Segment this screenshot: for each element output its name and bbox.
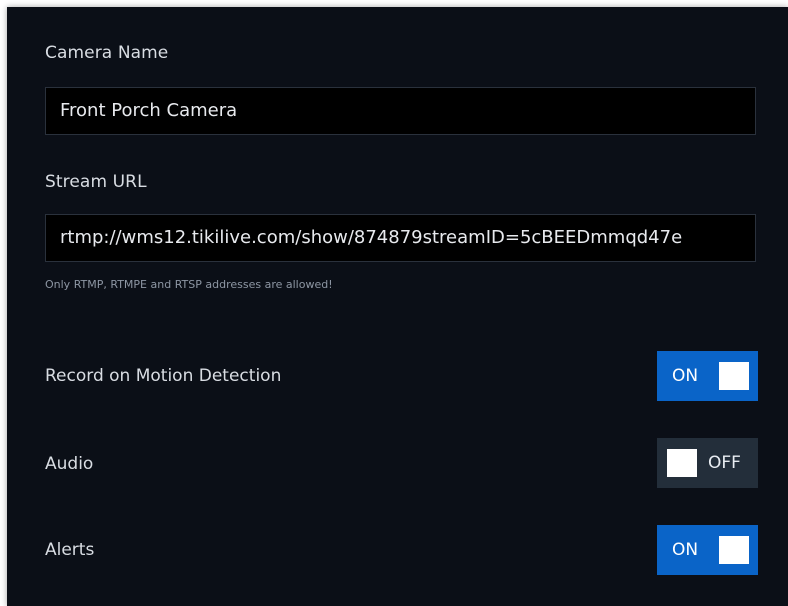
toggle-knob [667, 449, 697, 477]
audio-toggle[interactable]: OFF [657, 438, 758, 488]
alerts-toggle[interactable]: ON [657, 525, 758, 575]
alerts-toggle-state: ON [672, 540, 699, 560]
stream-url-label: Stream URL [45, 172, 147, 192]
record-motion-toggle-state: ON [672, 366, 699, 386]
alerts-label: Alerts [45, 540, 95, 560]
audio-toggle-state: OFF [708, 453, 741, 473]
audio-label: Audio [45, 454, 94, 474]
toggle-knob [719, 536, 749, 564]
stream-url-input[interactable]: rtmp://wms12.tikilive.com/show/874879str… [45, 214, 756, 262]
camera-name-label: Camera Name [45, 43, 169, 63]
toggle-knob [719, 362, 749, 390]
record-motion-toggle[interactable]: ON [657, 351, 758, 401]
stream-url-hint: Only RTMP, RTMPE and RTSP addresses are … [45, 278, 333, 291]
record-motion-label: Record on Motion Detection [45, 366, 282, 386]
camera-settings-panel: Camera Name Front Porch Camera Stream UR… [7, 7, 788, 606]
camera-name-input[interactable]: Front Porch Camera [45, 87, 756, 135]
